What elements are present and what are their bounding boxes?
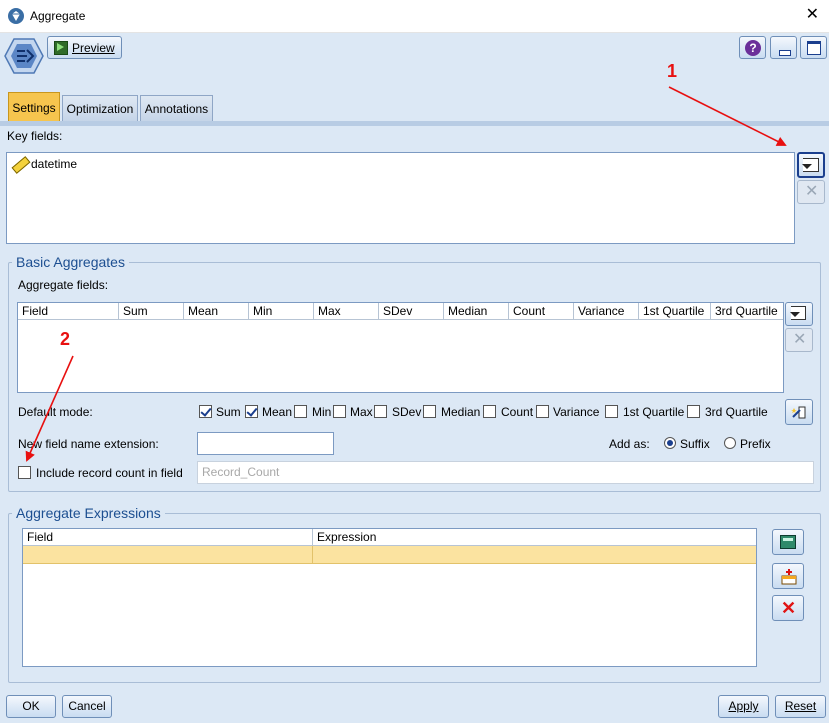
apply-button[interactable]: Apply [718,695,769,718]
cancel-button[interactable]: Cancel [62,695,112,718]
annotation-1-arrow [668,86,787,146]
annotation-2-arrow [25,355,74,462]
ok-button[interactable]: OK [6,695,56,718]
annotation-arrows [25,86,787,462]
reset-button[interactable]: Reset [775,695,826,718]
